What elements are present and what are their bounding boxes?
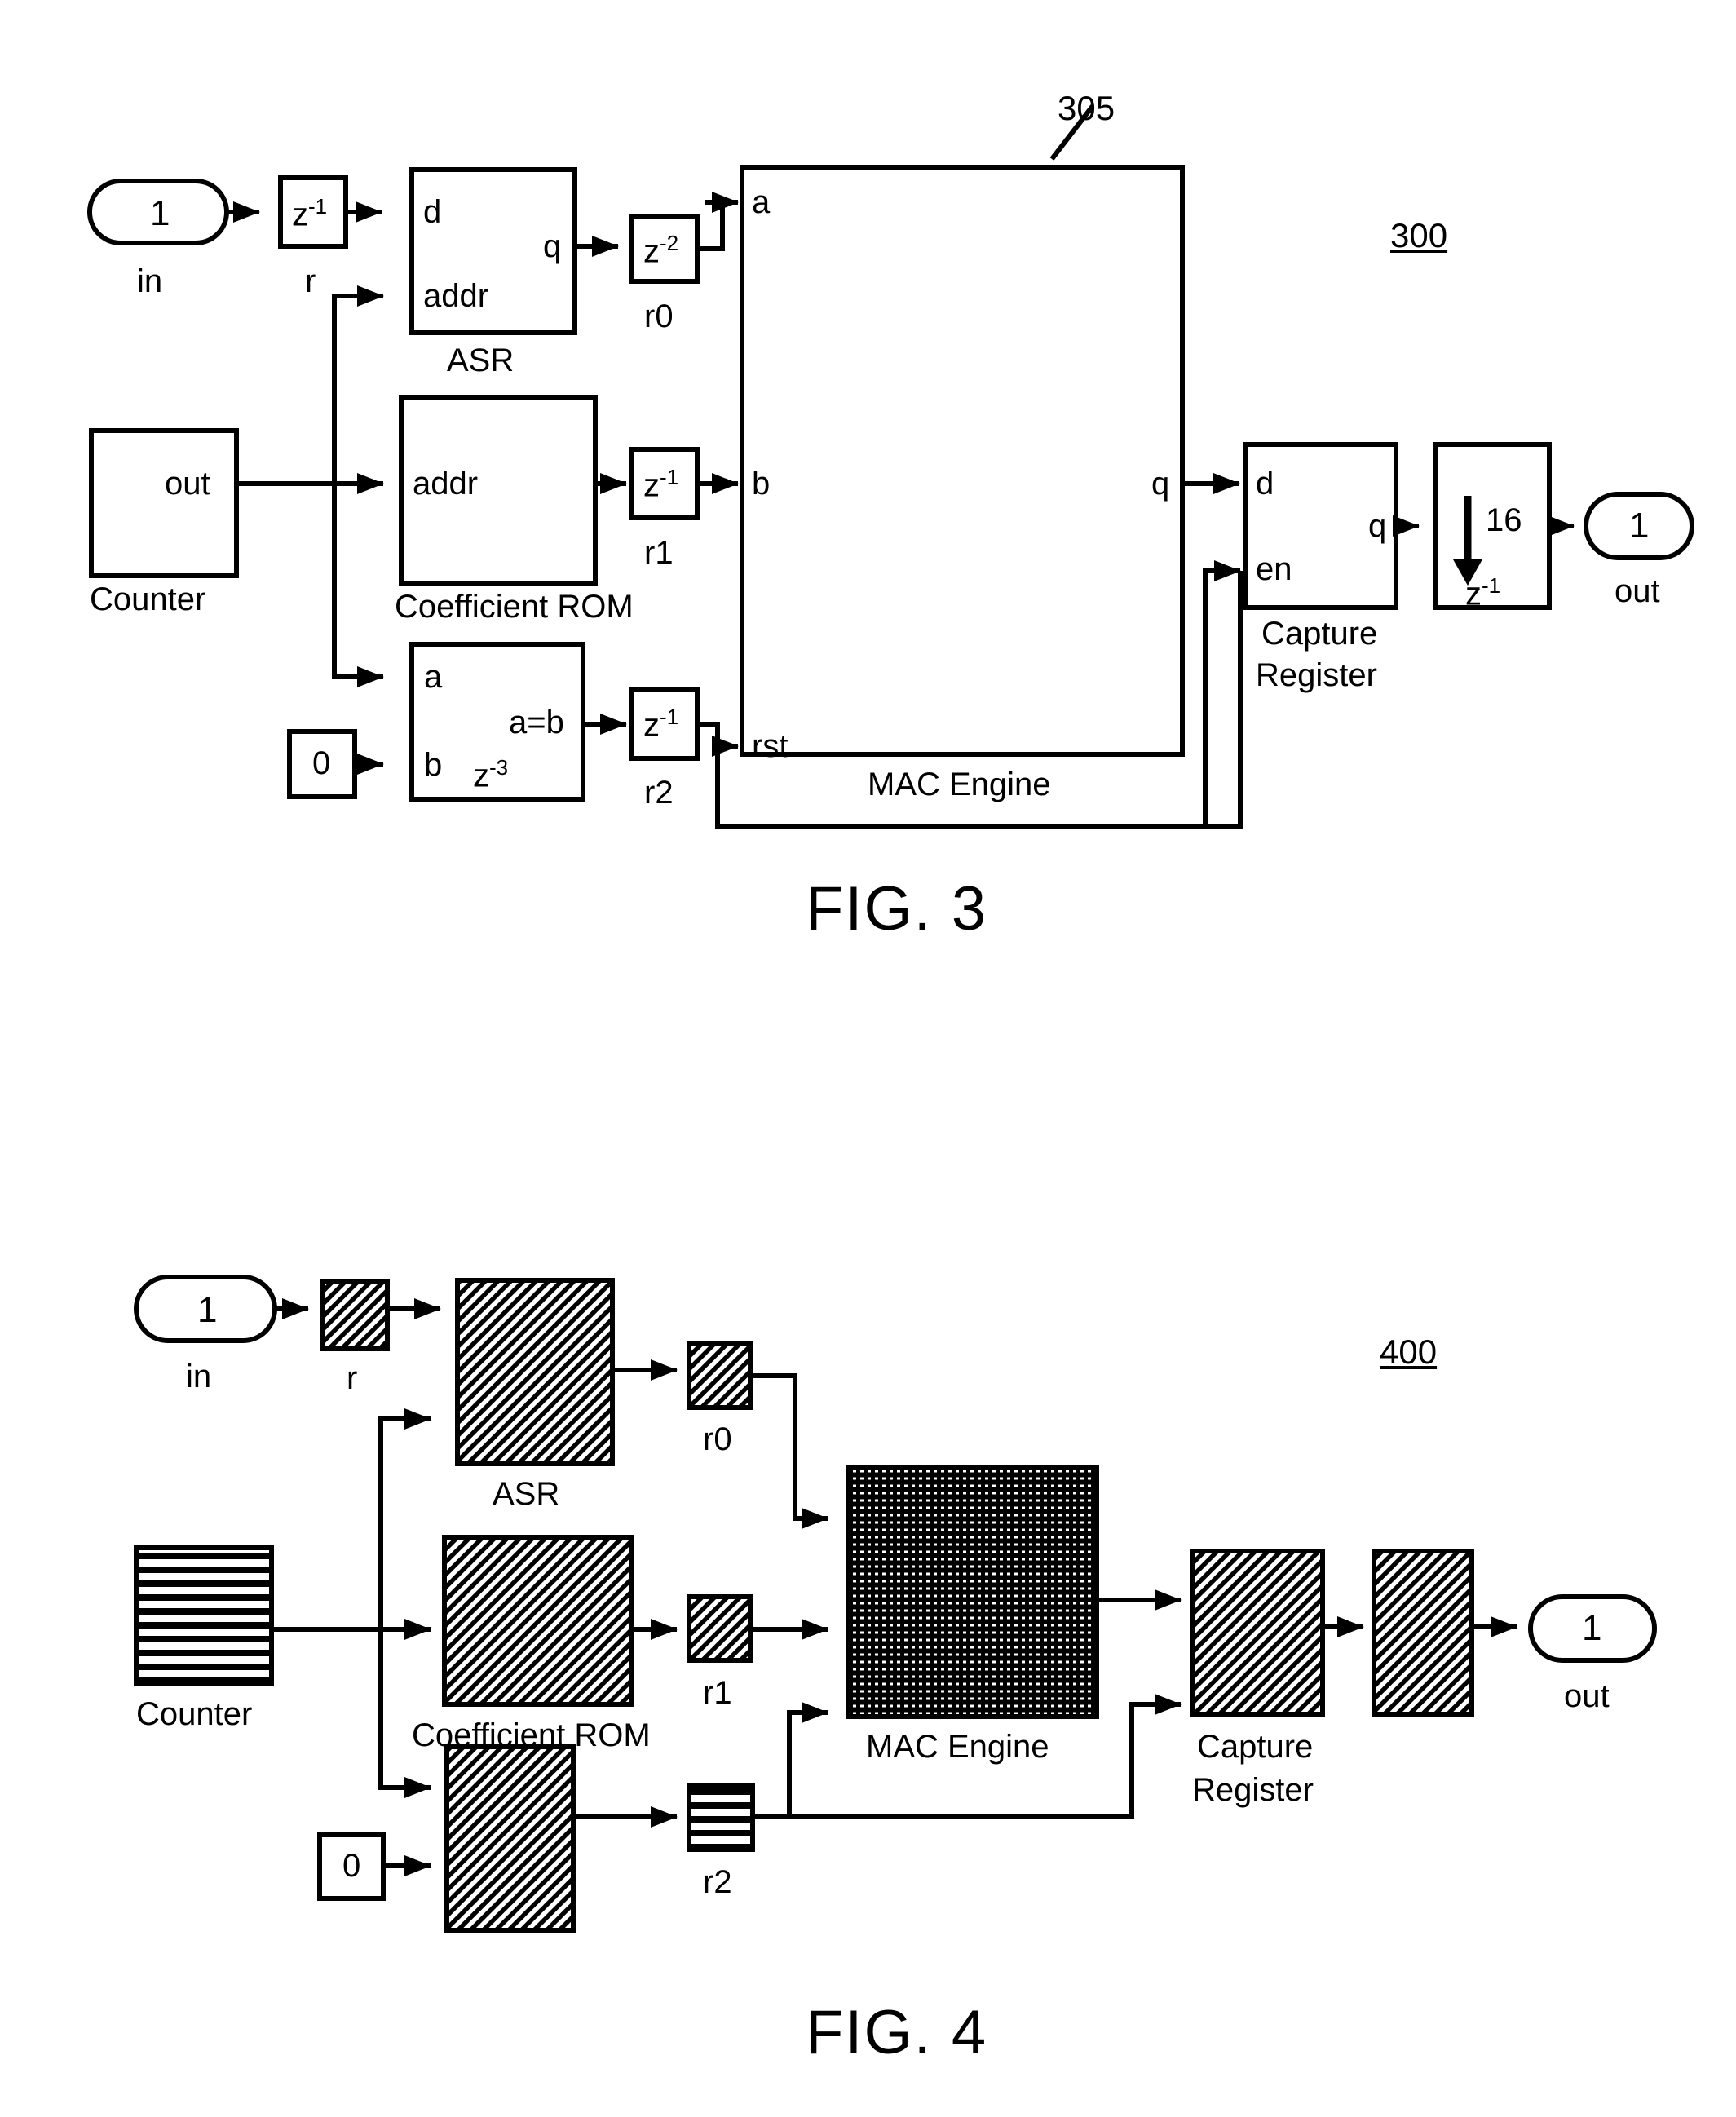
- fig4-reg-r2-label: r2: [703, 1864, 732, 1900]
- fig4-caption: FIG. 4: [806, 1998, 988, 2067]
- fig4-reg-r-label: r: [347, 1360, 358, 1396]
- fig4-rom-label: Coefficient ROM: [412, 1717, 651, 1753]
- fig4-capture-label-line1: Capture: [1197, 1729, 1314, 1765]
- fig4-in-port-number: 1: [197, 1290, 218, 1330]
- fig4-in-port-label: in: [186, 1359, 212, 1394]
- fig4-reg-r1-label: r1: [703, 1675, 732, 1711]
- fig4-out-port-label: out: [1564, 1678, 1610, 1714]
- fig4-reg-r0-label: r0: [703, 1421, 732, 1457]
- patent-figure-sheet: 1 in z-1 r d addr q ASR z-2 r0 out Count…: [0, 0, 1736, 2117]
- fig4-reference-400: 400: [1380, 1333, 1438, 1371]
- fig4-capture-label-line2: Register: [1192, 1772, 1314, 1808]
- fig4-const-zero-value: 0: [342, 1848, 361, 1884]
- fig4-lines: [134, 1275, 1657, 1933]
- fig4-mac-label: MAC Engine: [866, 1729, 1049, 1765]
- fig4-out-port-number: 1: [1582, 1608, 1602, 1648]
- fig4-asr-label: ASR: [493, 1476, 560, 1512]
- fig4-counter-label: Counter: [136, 1696, 253, 1732]
